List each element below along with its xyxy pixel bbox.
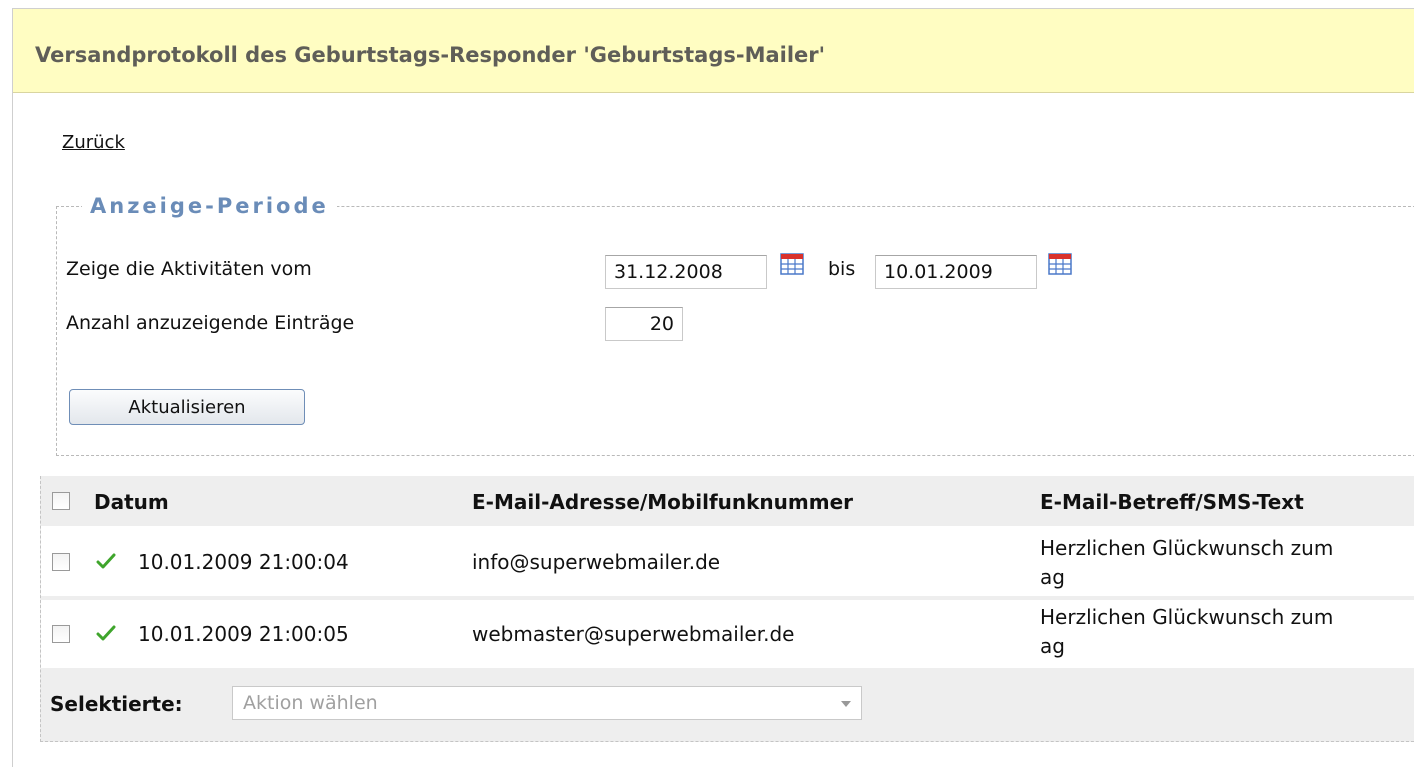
column-header-subject[interactable]: E-Mail-Betreff/SMS-Text [1040,490,1304,514]
to-date-input[interactable] [875,255,1037,289]
row-subject: Herzlichen Glückwunsch zum ag [1040,534,1410,592]
checkmark-icon [96,553,116,569]
column-header-date[interactable]: Datum [94,490,169,514]
from-label: Zeige die Aktivitäten vom [66,258,312,280]
row-subject: Herzlichen Glückwunsch zum ag [1040,603,1410,661]
count-input[interactable] [605,307,683,341]
row-recipient: info@superwebmailer.de [472,550,721,574]
row-subject-line: Herzlichen Glückwunsch zum [1040,605,1334,629]
checkmark-icon [96,625,116,641]
to-label: bis [828,258,856,280]
back-link[interactable]: Zurück [62,132,125,153]
action-select[interactable]: Aktion wählen [232,686,862,720]
row-subject-line: ag [1040,634,1065,658]
row-checkbox[interactable] [52,625,70,643]
column-header-recipient[interactable]: E-Mail-Adresse/Mobilfunknummer [472,490,853,514]
row-checkbox[interactable] [52,553,70,571]
row-subject-line: Herzlichen Glückwunsch zum [1040,536,1334,560]
row-subject-line: ag [1040,565,1065,589]
action-select-value: Aktion wählen [243,692,378,714]
row-recipient: webmaster@superwebmailer.de [472,622,795,646]
page-header: Versandprotokoll des Geburtstags-Respond… [13,9,1414,93]
calendar-icon[interactable] [780,253,804,275]
count-label: Anzahl anzuzeigende Einträge [66,312,355,334]
selected-label: Selektierte: [50,692,183,716]
select-all-checkbox[interactable] [52,492,70,510]
chevron-down-icon [841,701,851,707]
period-legend: Anzeige-Periode [82,194,337,218]
calendar-icon[interactable] [1048,253,1072,275]
update-button[interactable]: Aktualisieren [69,389,305,425]
page-title: Versandprotokoll des Geburtstags-Respond… [35,43,826,67]
row-date: 10.01.2009 21:00:05 [138,622,349,646]
row-date: 10.01.2009 21:00:04 [138,550,349,574]
from-date-input[interactable] [605,255,767,289]
